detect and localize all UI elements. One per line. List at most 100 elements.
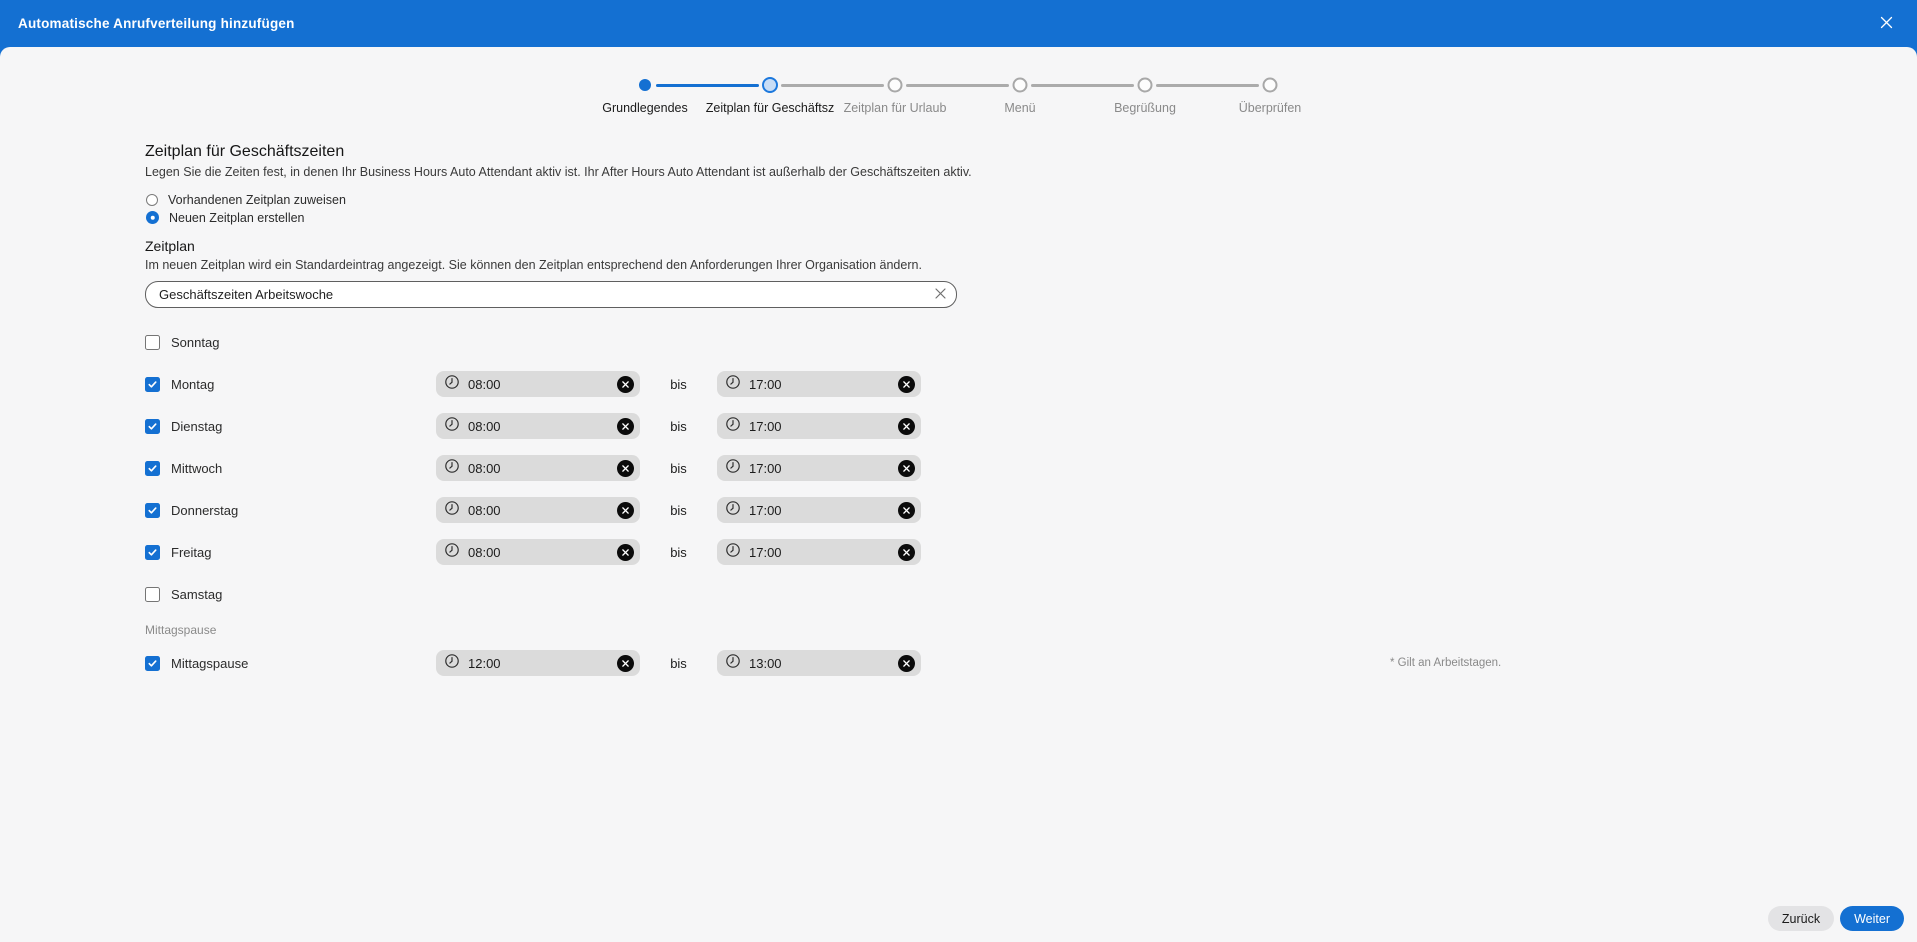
- checkbox-mittwoch[interactable]: [145, 461, 160, 476]
- day-label: Mittwoch: [171, 461, 222, 476]
- bis-label: bis: [640, 656, 717, 671]
- end-time-field-montag[interactable]: 17:00: [717, 371, 921, 397]
- clear-icon: [903, 549, 910, 556]
- day-label: Samstag: [171, 587, 222, 602]
- start-time-field-montag[interactable]: 08:00: [436, 371, 640, 397]
- radio-option-assign-existing[interactable]: Vorhandenen Zeitplan zuweisen: [145, 192, 1917, 207]
- check-icon: [147, 379, 158, 390]
- step-dot-begruessung[interactable]: [1138, 78, 1153, 93]
- clear-icon: [903, 507, 910, 514]
- start-time-field-mittwoch[interactable]: 08:00: [436, 455, 640, 481]
- end-time-field-mittwoch[interactable]: 17:00: [717, 455, 921, 481]
- back-button[interactable]: Zurück: [1768, 906, 1834, 931]
- end-time-field-freitag[interactable]: 17:00: [717, 539, 921, 565]
- stepper-line: [906, 84, 1009, 87]
- schedule-mode-radios: Vorhandenen Zeitplan zuweisen Neuen Zeit…: [145, 192, 1917, 225]
- clear-time-button[interactable]: [617, 502, 634, 519]
- end-time-field-dienstag[interactable]: 17:00: [717, 413, 921, 439]
- clock-icon: [725, 458, 741, 479]
- section-description: Legen Sie die Zeiten fest, in denen Ihr …: [145, 165, 1917, 179]
- close-icon: [1879, 15, 1894, 33]
- checkbox-mittagspause[interactable]: [145, 656, 160, 671]
- clear-time-button[interactable]: [898, 502, 915, 519]
- schedule-name-input[interactable]: [145, 281, 957, 308]
- next-button[interactable]: Weiter: [1840, 906, 1904, 931]
- day-row-donnerstag: Donnerstag 08:00 bis 17:00: [145, 489, 1917, 531]
- step-dot-ueberpruefen[interactable]: [1263, 78, 1278, 93]
- step-dot-zeitplan-geschaeftszeiten[interactable]: [762, 77, 778, 93]
- bis-label: bis: [640, 419, 717, 434]
- stepper-line: [781, 84, 884, 87]
- checkbox-samstag[interactable]: [145, 587, 160, 602]
- start-time-field-mittagspause[interactable]: 12:00: [436, 650, 640, 676]
- clock-icon: [444, 653, 460, 674]
- clear-icon: [934, 287, 947, 303]
- checkbox-montag[interactable]: [145, 377, 160, 392]
- clock-icon: [444, 500, 460, 521]
- time-value: 17:00: [749, 503, 898, 518]
- clear-icon: [903, 660, 910, 667]
- wizard-footer: Zurück Weiter: [1768, 906, 1904, 931]
- radio-option-create-new[interactable]: Neuen Zeitplan erstellen: [145, 210, 1917, 225]
- day-row-samstag: Samstag: [145, 573, 1917, 615]
- clear-time-button[interactable]: [617, 460, 634, 477]
- checkbox-donnerstag[interactable]: [145, 503, 160, 518]
- stepper-line: [656, 84, 759, 87]
- clock-icon: [725, 542, 741, 563]
- clear-schedule-name-button[interactable]: [929, 284, 951, 306]
- radio-icon[interactable]: [146, 211, 159, 224]
- clear-time-button[interactable]: [617, 418, 634, 435]
- clear-icon: [622, 660, 629, 667]
- clock-icon: [444, 458, 460, 479]
- stepper-line: [1156, 84, 1259, 87]
- checkbox-sonntag[interactable]: [145, 335, 160, 350]
- step-label: Überprüfen: [1239, 101, 1302, 115]
- time-value: 17:00: [749, 461, 898, 476]
- checkbox-dienstag[interactable]: [145, 419, 160, 434]
- time-value: 17:00: [749, 377, 898, 392]
- clear-time-button[interactable]: [617, 655, 634, 672]
- wizard-stepper: Grundlegendes Zeitplan für Geschäftsz Ze…: [609, 77, 1309, 121]
- checkbox-freitag[interactable]: [145, 545, 160, 560]
- step-dot-menue[interactable]: [1013, 78, 1028, 93]
- clock-icon: [444, 542, 460, 563]
- schedule-description: Im neuen Zeitplan wird ein Standardeintr…: [145, 258, 1917, 272]
- check-icon: [147, 421, 158, 432]
- end-time-field-donnerstag[interactable]: 17:00: [717, 497, 921, 523]
- schedule-title: Zeitplan: [145, 238, 1917, 254]
- section-title: Zeitplan für Geschäftszeiten: [145, 143, 1917, 161]
- day-row-freitag: Freitag 08:00 bis 17:00: [145, 531, 1917, 573]
- step-dot-grundlegendes[interactable]: [639, 79, 651, 91]
- day-row-sonntag: Sonntag: [145, 321, 1917, 363]
- clear-time-button[interactable]: [617, 376, 634, 393]
- clear-time-button[interactable]: [898, 460, 915, 477]
- clear-time-button[interactable]: [898, 655, 915, 672]
- step-label: Begrüßung: [1114, 101, 1176, 115]
- start-time-field-freitag[interactable]: 08:00: [436, 539, 640, 565]
- clear-time-button[interactable]: [898, 544, 915, 561]
- radio-icon[interactable]: [146, 194, 158, 206]
- start-time-field-donnerstag[interactable]: 08:00: [436, 497, 640, 523]
- step-label: Zeitplan für Geschäftsz: [706, 101, 835, 115]
- clock-icon: [725, 416, 741, 437]
- clear-time-button[interactable]: [898, 418, 915, 435]
- clear-time-button[interactable]: [617, 544, 634, 561]
- clock-icon: [444, 374, 460, 395]
- clear-icon: [622, 423, 629, 430]
- modal-header: Automatische Anrufverteilung hinzufügen: [0, 0, 1917, 47]
- time-value: 08:00: [468, 461, 617, 476]
- stepper-line: [1031, 84, 1134, 87]
- clear-icon: [622, 507, 629, 514]
- start-time-field-dienstag[interactable]: 08:00: [436, 413, 640, 439]
- clock-icon: [444, 416, 460, 437]
- day-row-dienstag: Dienstag 08:00 bis 17:00: [145, 405, 1917, 447]
- step-dot-zeitplan-urlaub[interactable]: [888, 78, 903, 93]
- close-button[interactable]: [1873, 11, 1899, 37]
- end-time-field-mittagspause[interactable]: 13:00: [717, 650, 921, 676]
- day-label: Sonntag: [171, 335, 219, 350]
- step-label: Grundlegendes: [602, 101, 687, 115]
- clear-time-button[interactable]: [898, 376, 915, 393]
- clear-icon: [622, 465, 629, 472]
- check-icon: [147, 547, 158, 558]
- day-label: Montag: [171, 377, 214, 392]
